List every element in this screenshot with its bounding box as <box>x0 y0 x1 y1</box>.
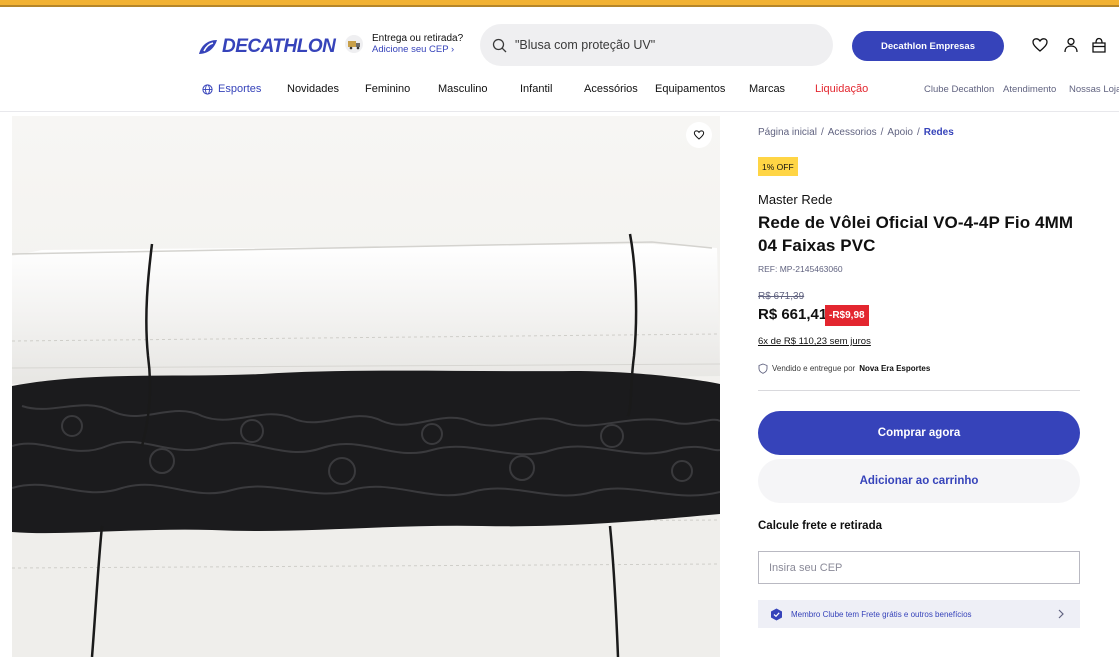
logo-text: DECATHLON <box>222 36 336 57</box>
seller-info: Vendido e entregue por Nova Era Esportes <box>758 363 930 374</box>
product-ref: REF: MP-2145463060 <box>758 264 843 274</box>
search-input[interactable] <box>515 38 815 52</box>
seller-name[interactable]: Nova Era Esportes <box>859 364 930 373</box>
installments-link[interactable]: 6x de R$ 110,23 sem juros <box>758 336 871 347</box>
nav-item-marcas[interactable]: Marcas <box>749 83 785 95</box>
heart-icon <box>693 130 705 140</box>
volleyball-net-photo <box>12 116 720 657</box>
breadcrumb-home[interactable]: Página inicial <box>758 127 817 138</box>
cep-input[interactable] <box>758 551 1080 584</box>
decathlon-empresas-button[interactable]: Decathlon Empresas <box>852 31 1004 61</box>
nav-item-esportes[interactable]: Esportes <box>202 83 261 95</box>
club-benefits-text: Membro Clube tem Frete grátis e outros b… <box>791 609 972 619</box>
delivery-title: Entrega ou retirada? <box>372 33 464 44</box>
nav-label-esportes: Esportes <box>218 83 262 95</box>
club-benefits-banner[interactable]: Membro Clube tem Frete grátis e outros b… <box>758 600 1080 628</box>
bag-icon[interactable] <box>1090 36 1108 54</box>
favorite-button[interactable] <box>686 122 712 148</box>
nav-link-clube[interactable]: Clube Decathlon <box>924 84 994 95</box>
add-cep-link[interactable]: Adicione seu CEP › <box>372 44 463 55</box>
breadcrumb-separator: / <box>916 127 920 138</box>
club-badge-icon <box>771 608 782 620</box>
delivery-selector[interactable]: Entrega ou retirada? Adicione seu CEP › <box>344 33 463 55</box>
shipping-title: Calcule frete e retirada <box>758 520 883 532</box>
seller-prefix: Vendido e entregue por <box>772 364 856 373</box>
globe-icon <box>202 83 213 95</box>
search-icon <box>492 38 507 52</box>
chevron-right-icon: › <box>451 44 455 55</box>
product-title: Rede de Vôlei Oficial VO-4-4P Fio 4MM 04… <box>758 213 1074 255</box>
user-icon[interactable] <box>1062 36 1080 54</box>
nav-item-feminino[interactable]: Feminino <box>365 83 410 95</box>
nav-link-lojas[interactable]: Nossas Lojas <box>1069 84 1119 95</box>
product-image[interactable] <box>12 116 720 657</box>
add-to-cart-button[interactable]: Adicionar ao carrinho <box>758 459 1080 503</box>
nav-item-acessorios[interactable]: Acessórios <box>584 83 638 95</box>
breadcrumb-acessorios[interactable]: Acessorios <box>828 127 877 138</box>
search-bar[interactable] <box>480 24 833 66</box>
logo-mark-icon <box>199 40 217 54</box>
shield-icon <box>758 363 768 374</box>
current-price: R$ 661,41 <box>758 306 828 323</box>
buy-now-button[interactable]: Comprar agora <box>758 411 1080 455</box>
discount-amount-badge: -R$9,98 <box>825 305 869 326</box>
product-brand[interactable]: Master Rede <box>758 192 832 207</box>
nav-item-novidades[interactable]: Novidades <box>287 83 339 95</box>
add-cep-label: Adicione seu CEP <box>372 44 449 55</box>
divider <box>758 390 1080 391</box>
old-price: R$ 671,39 <box>758 291 805 302</box>
nav-item-infantil[interactable]: Infantil <box>520 83 552 95</box>
nav-link-atendimento[interactable]: Atendimento <box>1003 84 1056 95</box>
breadcrumb-current[interactable]: Redes <box>924 127 954 138</box>
main-nav: Esportes Novidades Feminino Masculino In… <box>0 83 1119 105</box>
delivery-truck-icon <box>345 35 363 53</box>
breadcrumb: Página inicial / Acessorios / Apoio / Redes <box>758 127 954 138</box>
site-header: DECATHLON Entrega ou retirada? Adicione … <box>0 7 1119 112</box>
breadcrumb-separator: / <box>880 127 884 138</box>
breadcrumb-separator: / <box>820 127 824 138</box>
discount-percent-badge: 1% OFF <box>758 157 798 176</box>
heart-icon[interactable] <box>1031 36 1049 54</box>
breadcrumb-apoio[interactable]: Apoio <box>887 127 913 138</box>
nav-item-equipamentos[interactable]: Equipamentos <box>655 83 725 95</box>
nav-item-liquidacao[interactable]: Liquidação <box>815 83 868 95</box>
nav-item-masculino[interactable]: Masculino <box>438 83 488 95</box>
chevron-right-icon <box>1058 609 1064 619</box>
decathlon-logo[interactable]: DECATHLON <box>197 36 336 58</box>
